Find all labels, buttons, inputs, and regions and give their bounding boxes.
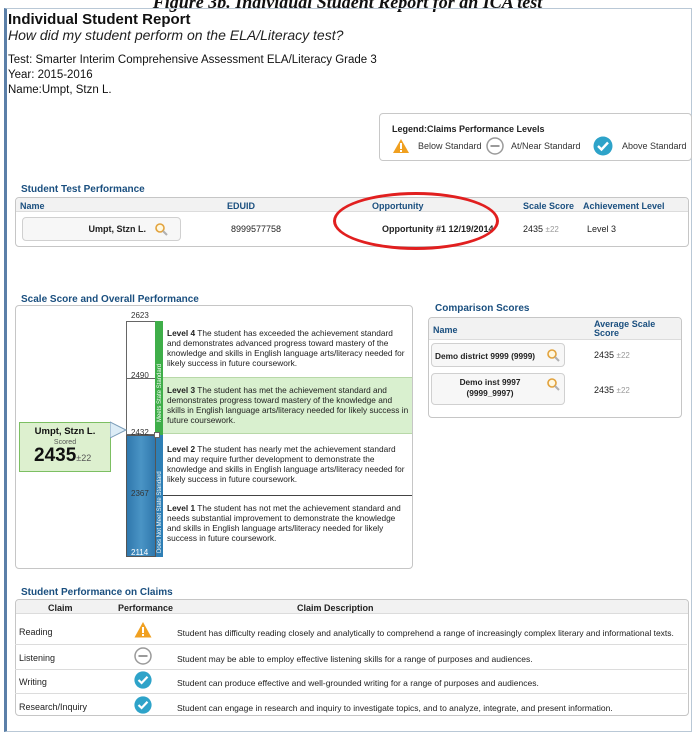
annotation-oval (333, 192, 499, 250)
col-scale-score: Scale Score (523, 201, 575, 211)
cut-score-level-2: 2367 (131, 489, 149, 498)
level-2-text: Level 2 The student has nearly met the a… (167, 444, 409, 484)
scale-score-value: 2435 ±22 (523, 224, 559, 234)
col-name: Name (20, 201, 45, 211)
col-achievement: Achievement Level (583, 201, 665, 211)
claim-research-description: Student can engage in research and inqui… (177, 703, 613, 713)
legend-below: Below Standard (418, 141, 482, 151)
threshold-marker (154, 432, 160, 438)
level-3-text: Level 3 The student has met the achievem… (167, 385, 409, 425)
claim-research: Research/Inquiry (19, 702, 88, 712)
scale-score-number: 2435 (523, 224, 544, 234)
level-3-heading: Level 3 (167, 385, 196, 395)
check-circle-icon (134, 696, 152, 714)
level-4-heading: Level 4 (167, 328, 196, 338)
minus-circle-icon (486, 137, 504, 155)
row-divider (15, 693, 687, 694)
test-line: Test: Smarter Interim Comprehensive Asse… (8, 54, 377, 66)
district-score: 2435 ±22 (594, 350, 630, 360)
section-test-performance: Student Test Performance (21, 184, 145, 195)
claim-writing: Writing (19, 677, 47, 687)
claim-reading: Reading (19, 627, 53, 637)
comparison-table: Name Average Scale Score Demo district 9… (428, 317, 682, 418)
level-2-heading: Level 2 (167, 444, 196, 454)
student-name-cell[interactable]: Umpt, Stzn L. (22, 217, 181, 241)
magnifier-icon[interactable] (154, 222, 168, 236)
level-4-text: Level 4 The student has exceeded the ach… (167, 328, 407, 368)
level-1-description: The student has not met the achievement … (167, 503, 401, 543)
student-score-marker: Umpt, Stzn L. Scored 2435±22 (19, 422, 111, 472)
institution-score-error: ±22 (616, 386, 630, 395)
row-divider (15, 644, 687, 645)
marker-score-number: 2435 (34, 445, 77, 466)
section-claims: Student Performance on Claims (21, 587, 173, 598)
score-pointer-arrow (110, 421, 128, 439)
claim-reading-description: Student has difficulty reading closely a… (177, 628, 674, 638)
claim-listening: Listening (19, 653, 56, 663)
level-1-heading: Level 1 (167, 503, 196, 513)
legend-near: At/Near Standard (511, 141, 581, 151)
warning-icon (134, 622, 152, 638)
cut-score-level-4: 2490 (131, 371, 149, 380)
district-score-number: 2435 (594, 350, 615, 360)
comparison-row-institution[interactable]: Demo inst 9997 (9999_9997) (431, 373, 565, 405)
claim-listening-description: Student may be able to employ effective … (177, 654, 533, 664)
report-title: Individual Student Report (8, 11, 191, 28)
warning-icon (393, 139, 409, 153)
claims-col-claim: Claim (48, 603, 73, 613)
legend-above: Above Standard (622, 141, 687, 151)
eduid-value: 8999577758 (231, 224, 282, 234)
marker-score-error: ±22 (76, 453, 92, 463)
name-line: Name:Umpt, Stzn L. (8, 84, 112, 96)
comparison-col-average: Average Scale Score (594, 319, 656, 338)
check-circle-icon (134, 671, 152, 689)
marker-student-name: Umpt, Stzn L. (34, 426, 96, 437)
year-line: Year: 2015-2016 (8, 69, 93, 81)
section-scale-score: Scale Score and Overall Performance (21, 294, 199, 305)
marker-score: 2435±22 (34, 445, 91, 467)
level-4-description: The student has exceeded the achievement… (167, 328, 405, 368)
level-2-description: The student has nearly met the achieveme… (167, 444, 405, 484)
district-name: Demo district 9999 (9999) (435, 351, 536, 361)
not-meets-standard-label: Does Not Meet State Standard (157, 471, 163, 553)
claims-legend: Legend:Claims Performance Levels Below S… (379, 113, 692, 161)
level-1-text: Level 1 The student has not met the achi… (167, 503, 401, 543)
comparison-col-name: Name (433, 325, 458, 335)
magnifier-icon[interactable] (546, 348, 560, 362)
achievement-value: Level 3 (587, 224, 617, 234)
cut-score-top: 2623 (131, 311, 149, 320)
claims-col-description: Claim Description (297, 603, 374, 613)
col-eduid: EDUID (227, 201, 256, 211)
institution-score-number: 2435 (594, 385, 615, 395)
scale-score-error: ±22 (545, 225, 559, 234)
comparison-row-district[interactable]: Demo district 9999 (9999) (431, 343, 565, 367)
section-comparison: Comparison Scores (435, 303, 530, 314)
magnifier-icon[interactable] (546, 377, 560, 391)
cut-score-level-3: 2432 (131, 428, 149, 437)
claim-writing-description: Student can produce effective and well-g… (177, 678, 539, 688)
meets-standard-label: Meets State Standard (157, 363, 163, 422)
student-name: Umpt, Stzn L. (88, 224, 147, 234)
minus-circle-icon (134, 647, 152, 665)
institution-score: 2435 ±22 (594, 385, 630, 395)
check-circle-icon (593, 136, 613, 156)
level-divider (163, 495, 412, 496)
cut-score-bottom: 2114 (131, 548, 149, 557)
institution-name: Demo inst 9997 (9999_9997) (459, 377, 521, 398)
level-3-description: The student has met the achievement stan… (167, 385, 409, 425)
row-divider (15, 669, 687, 670)
report-subtitle: How did my student perform on the ELA/Li… (8, 27, 344, 43)
claims-col-performance: Performance (118, 603, 174, 613)
scale-level-3-zone (126, 378, 156, 435)
district-score-error: ±22 (616, 351, 630, 360)
legend-title: Legend:Claims Performance Levels (392, 124, 545, 134)
